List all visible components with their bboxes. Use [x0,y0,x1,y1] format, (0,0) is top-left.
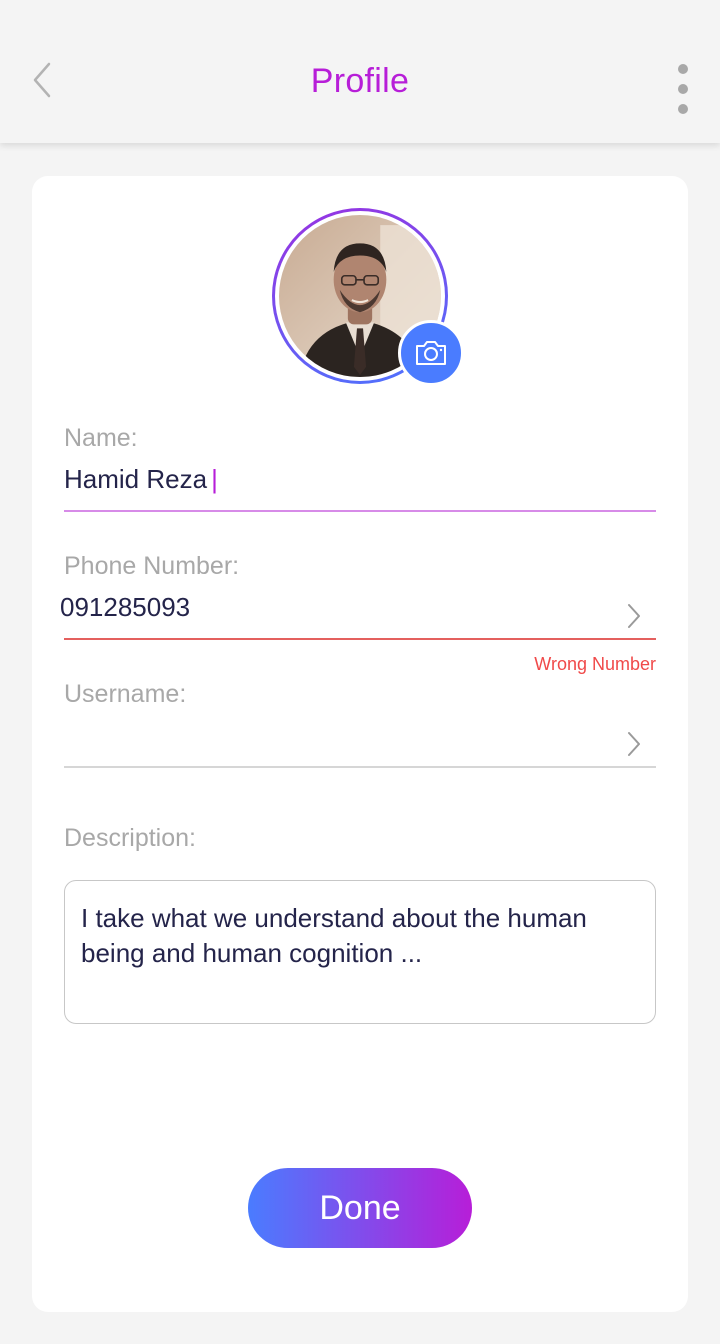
change-photo-button[interactable] [398,320,464,386]
more-vertical-icon [678,64,688,74]
description-label: Description: [64,824,196,852]
text-caret: | [211,464,218,494]
username-underline [64,766,656,768]
description-textarea[interactable]: I take what we understand about the huma… [64,880,656,1024]
name-underline [64,510,656,512]
phone-label: Phone Number: [64,552,240,580]
chevron-right-icon [628,732,640,756]
username-chevron-button[interactable] [620,728,648,760]
camera-icon [416,341,446,365]
page-title: Profile [310,62,410,100]
name-value: Hamid Reza [64,464,208,494]
app-header: Profile [0,0,720,143]
username-input[interactable] [64,720,584,756]
phone-underline [64,638,656,640]
phone-chevron-button[interactable] [620,600,648,632]
phone-input[interactable]: 091285093 [60,592,190,623]
more-menu-button[interactable] [664,60,702,118]
name-input[interactable]: Hamid Reza | [64,464,218,495]
chevron-right-icon [628,604,640,628]
profile-card: Name: Hamid Reza | Phone Number: 09128509… [32,176,688,1312]
username-label: Username: [64,680,187,708]
phone-error-message: Wrong Number [534,654,656,674]
name-label: Name: [64,424,138,452]
done-button[interactable]: Done [248,1168,472,1248]
